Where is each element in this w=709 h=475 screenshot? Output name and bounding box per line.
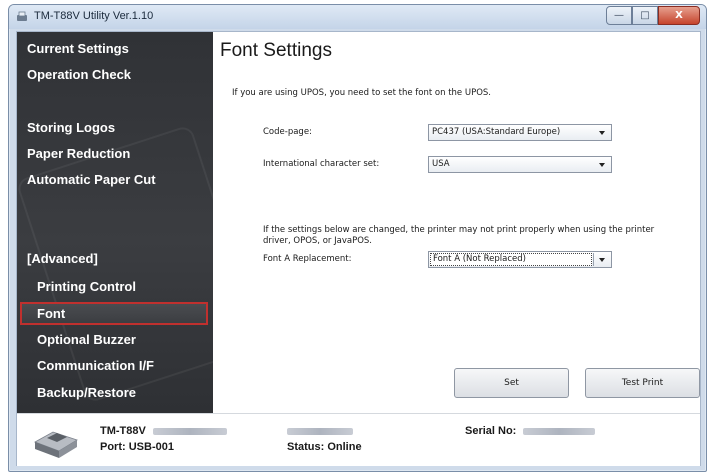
port-info: Port: USB-001 — [100, 441, 174, 453]
test-print-button[interactable]: Test Print — [585, 368, 700, 398]
code-page-select[interactable]: PC437 (USA:Standard Europe) — [428, 124, 612, 141]
printer-icon — [34, 431, 78, 458]
minimize-icon: — — [614, 10, 624, 21]
sidebar-item-printing-control[interactable]: Printing Control — [37, 279, 136, 294]
font-a-value: Font A (Not Replaced) — [430, 253, 592, 266]
select-separator — [593, 253, 594, 266]
chevron-down-icon — [599, 258, 605, 262]
maximize-button[interactable]: □ — [632, 6, 658, 25]
client-area: Current Settings Operation Check Storing… — [16, 31, 701, 466]
code-page-value: PC437 (USA:Standard Europe) — [432, 127, 561, 137]
serial-info: Serial No: — [465, 425, 596, 437]
status-info: Status: Online — [287, 441, 362, 453]
sidebar-item-font[interactable]: Font — [20, 302, 208, 325]
sidebar-item-communication-if[interactable]: Communication I/F — [37, 358, 154, 373]
sidebar: Current Settings Operation Check Storing… — [17, 32, 213, 413]
model-name: TM-T88V — [100, 425, 146, 437]
sidebar-item-paper-reduction[interactable]: Paper Reduction — [27, 146, 130, 161]
intl-charset-select[interactable]: USA — [428, 156, 612, 173]
serial-label: Serial No: — [465, 425, 517, 437]
sidebar-item-operation-check[interactable]: Operation Check — [27, 67, 131, 82]
window-controls: — □ X — [606, 6, 700, 25]
warning-text: If the settings below are changed, the p… — [263, 225, 655, 246]
code-page-label: Code-page: — [263, 127, 312, 137]
set-button[interactable]: Set — [454, 368, 569, 398]
redacted-model-detail — [152, 427, 227, 435]
font-a-select[interactable]: Font A (Not Replaced) — [428, 251, 612, 268]
main-panel: Font Settings If you are using UPOS, you… — [213, 32, 700, 413]
title-bar[interactable]: TM-T88V Utility Ver.1.10 — □ X — [9, 5, 706, 29]
redacted-ip-value — [287, 427, 353, 435]
sidebar-item-optional-buzzer[interactable]: Optional Buzzer — [37, 332, 136, 347]
chevron-down-icon — [599, 131, 605, 135]
close-icon: X — [675, 10, 683, 21]
redacted-ip-info — [287, 425, 353, 437]
window-title: TM-T88V Utility Ver.1.10 — [34, 10, 154, 22]
redacted-serial-value — [523, 427, 596, 435]
maximize-icon: □ — [640, 10, 650, 21]
intl-charset-value: USA — [432, 159, 450, 169]
sidebar-item-backup-restore[interactable]: Backup/Restore — [37, 385, 136, 400]
app-icon — [17, 11, 27, 21]
sidebar-item-automatic-paper-cut[interactable]: Automatic Paper Cut — [27, 172, 156, 187]
sidebar-item-storing-logos[interactable]: Storing Logos — [27, 120, 115, 135]
minimize-button[interactable]: — — [606, 6, 632, 25]
close-button[interactable]: X — [658, 6, 700, 25]
model-info: TM-T88V — [100, 425, 227, 437]
status-footer: TM-T88V Port: USB-001 Status: Online Ser… — [17, 413, 700, 466]
font-a-label: Font A Replacement: — [263, 254, 352, 264]
sidebar-section-advanced: [Advanced] — [27, 251, 98, 266]
chevron-down-icon — [599, 163, 605, 167]
app-window: TM-T88V Utility Ver.1.10 — □ X Current S… — [8, 4, 707, 472]
upos-info-text: If you are using UPOS, you need to set t… — [232, 88, 492, 98]
sidebar-item-current-settings[interactable]: Current Settings — [27, 41, 129, 56]
intl-charset-label: International character set: — [263, 159, 380, 169]
page-title: Font Settings — [220, 40, 332, 61]
